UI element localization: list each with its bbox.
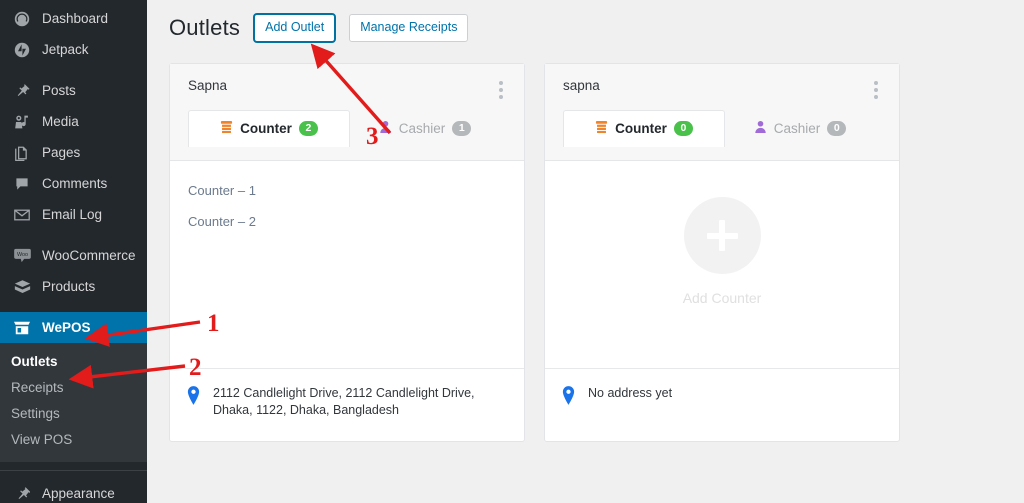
add-counter-label: Add Counter [682,290,762,306]
sidebar-subitem-settings[interactable]: Settings [0,401,147,427]
outlet-address-footer: 2112 Candlelight Drive, 2112 Candlelight… [170,368,524,441]
outlet-card-list: Sapna Counter 2 Cashier 1 Counter – 1 Co… [147,42,1024,442]
outlet-address-footer: No address yet [545,368,899,441]
map-pin-icon [186,386,202,410]
outlet-name: sapna [563,78,600,93]
sidebar-gap-2 [0,230,147,240]
sidebar-item-label: Media [42,114,79,129]
sidebar-gap-1 [0,65,147,75]
outlet-card: Sapna Counter 2 Cashier 1 Counter – 1 Co… [169,63,525,442]
admin-sidebar: Dashboard Jetpack Posts Media Pages Comm… [0,0,147,503]
map-pin-icon [561,386,577,410]
sidebar-item-pages[interactable]: Pages [0,137,147,168]
outlet-tabs: Counter 2 Cashier 1 [188,108,510,147]
tab-label: Cashier [773,120,821,136]
sidebar-gap-3 [0,302,147,312]
outlet-card-body: Counter – 1 Counter – 2 [170,161,524,368]
page-title: Outlets [169,15,241,40]
tab-label: Counter [240,121,292,136]
sidebar-item-label: Comments [42,176,108,191]
sidebar-item-label: Products [42,279,96,294]
add-outlet-button[interactable]: Add Outlet [254,14,336,42]
outlet-name: Sapna [188,78,228,93]
page-toolbar: Outlets Add Outlet Manage Receipts [147,0,1024,42]
sidebar-item-label: WooCommerce [42,248,136,263]
tab-counter[interactable]: Counter 2 [188,110,350,147]
pin-posts-icon [11,81,33,101]
cashier-person-icon [379,120,392,137]
sidebar-item-products[interactable]: Products [0,271,147,302]
sidebar-item-label: Posts [42,83,76,98]
plus-icon [683,197,761,274]
manage-receipts-button[interactable]: Manage Receipts [349,14,469,42]
tab-counter[interactable]: Counter 0 [563,110,725,147]
wordpress-admin-screen: Dashboard Jetpack Posts Media Pages Comm… [0,0,1024,503]
main-content: Outlets Add Outlet Manage Receipts Sapna… [147,0,1024,503]
counter-desk-icon [595,120,608,137]
tab-count-badge: 0 [827,120,847,136]
sidebar-item-appearance[interactable]: Appearance [0,478,147,503]
outlet-card: sapna Counter 0 Cashier 0 Add Counter No… [544,63,900,442]
tab-count-badge: 1 [452,120,472,136]
outlet-card-header: sapna Counter 0 Cashier 0 [545,64,899,161]
tab-label: Cashier [398,120,446,136]
appearance-brush-icon [11,484,33,503]
tab-count-badge: 2 [298,121,318,136]
sidebar-item-label: WePOS [42,320,91,335]
cashier-person-icon [754,120,767,137]
tab-count-badge: 0 [673,121,693,136]
jetpack-icon [11,40,33,60]
wepos-store-icon [11,318,33,338]
tab-cashier[interactable]: Cashier 0 [725,109,875,146]
outlet-tabs: Counter 0 Cashier 0 [563,108,885,147]
sidebar-item-dashboard[interactable]: Dashboard [0,3,147,34]
sidebar-item-jetpack[interactable]: Jetpack [0,34,147,65]
sidebar-item-label: Pages [42,145,81,160]
sidebar-divider [0,470,147,471]
counter-list-item[interactable]: Counter – 1 [188,177,506,208]
woocommerce-icon: Woo [11,246,33,266]
counter-list-item[interactable]: Counter – 2 [188,208,506,239]
products-box-icon [11,277,33,297]
outlet-card-body: Add Counter [545,161,899,368]
add-counter-button[interactable]: Add Counter [545,197,899,306]
svg-text:Woo: Woo [16,252,27,258]
tab-cashier[interactable]: Cashier 1 [350,109,500,146]
outlet-address: No address yet [588,386,673,400]
sidebar-item-comments[interactable]: Comments [0,168,147,199]
sidebar-item-label: Appearance [42,486,115,501]
sidebar-item-label: Jetpack [42,42,89,57]
sidebar-item-media[interactable]: Media [0,106,147,137]
pages-icon [11,143,33,163]
sidebar-item-label: Dashboard [42,11,109,26]
kebab-menu-icon[interactable] [494,80,508,100]
sidebar-submenu-wepos: Outlets Receipts Settings View POS [0,343,147,462]
sidebar-item-wepos[interactable]: WePOS [0,312,147,343]
kebab-menu-icon[interactable] [869,80,883,100]
outlet-card-header: Sapna Counter 2 Cashier 1 [170,64,524,161]
sidebar-item-label: Email Log [42,207,103,222]
sidebar-subitem-outlets[interactable]: Outlets [0,349,147,375]
sidebar-subitem-receipts[interactable]: Receipts [0,375,147,401]
media-icon [11,112,33,132]
sidebar-subitem-view-pos[interactable]: View POS [0,427,147,453]
sidebar-item-email-log[interactable]: Email Log [0,199,147,230]
tab-label: Counter [615,121,667,136]
sidebar-item-woocommerce[interactable]: Woo WooCommerce [0,240,147,271]
counter-desk-icon [220,120,233,137]
outlet-address: 2112 Candlelight Drive, 2112 Candlelight… [213,386,475,417]
envelope-icon [11,205,33,225]
comments-icon [11,174,33,194]
sidebar-item-posts[interactable]: Posts [0,75,147,106]
dashboard-icon [11,9,33,29]
